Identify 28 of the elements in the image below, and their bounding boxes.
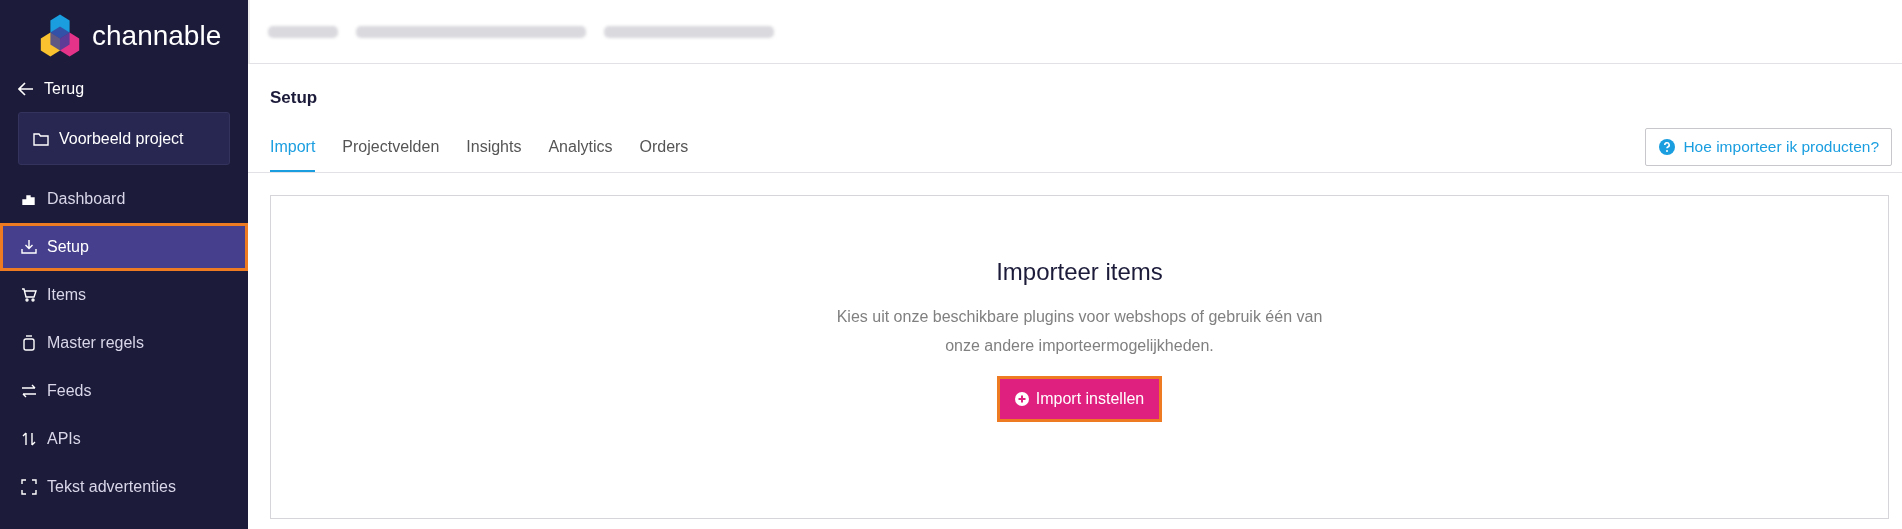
sort-icon (21, 431, 37, 447)
project-selector[interactable]: Voorbeeld project (18, 112, 230, 165)
tab[interactable]: Orders (639, 128, 689, 172)
card-heading: Importeer items (996, 258, 1163, 286)
sidebar-item[interactable]: Items (0, 271, 248, 319)
import-button[interactable]: Import instellen (996, 376, 1163, 422)
sidebar-item[interactable]: Master regels (0, 319, 248, 367)
download-icon (21, 239, 37, 255)
arrow-left-icon (18, 82, 34, 96)
tab[interactable]: Insights (466, 128, 522, 172)
sidebar-item[interactable]: Feeds (0, 367, 248, 415)
sidebar-item[interactable]: Tekst advertenties (0, 463, 248, 511)
frame-icon (21, 479, 37, 495)
jar-icon (21, 335, 37, 351)
question-icon (1659, 139, 1676, 155)
sidebar-item[interactable]: APIs (0, 415, 248, 463)
logo-text: channable (92, 20, 222, 52)
folder-icon (33, 131, 49, 146)
tab[interactable]: Projectvelden (342, 128, 440, 172)
tab[interactable]: Analytics (548, 128, 613, 172)
card-description: Kies uit onze beschikbare plugins voor webshops of gebruik één van onze andere importeermogelijkheden. (835, 307, 1324, 356)
cart-icon (21, 287, 37, 303)
sidebar-item[interactable]: Setup (0, 223, 248, 271)
back-link[interactable]: Terug (0, 76, 103, 102)
arrows-icon (21, 383, 37, 399)
sidebar-item[interactable]: Dashboard (0, 175, 248, 223)
page-title: Setup (270, 88, 319, 108)
plus-circle-icon (1014, 392, 1029, 406)
